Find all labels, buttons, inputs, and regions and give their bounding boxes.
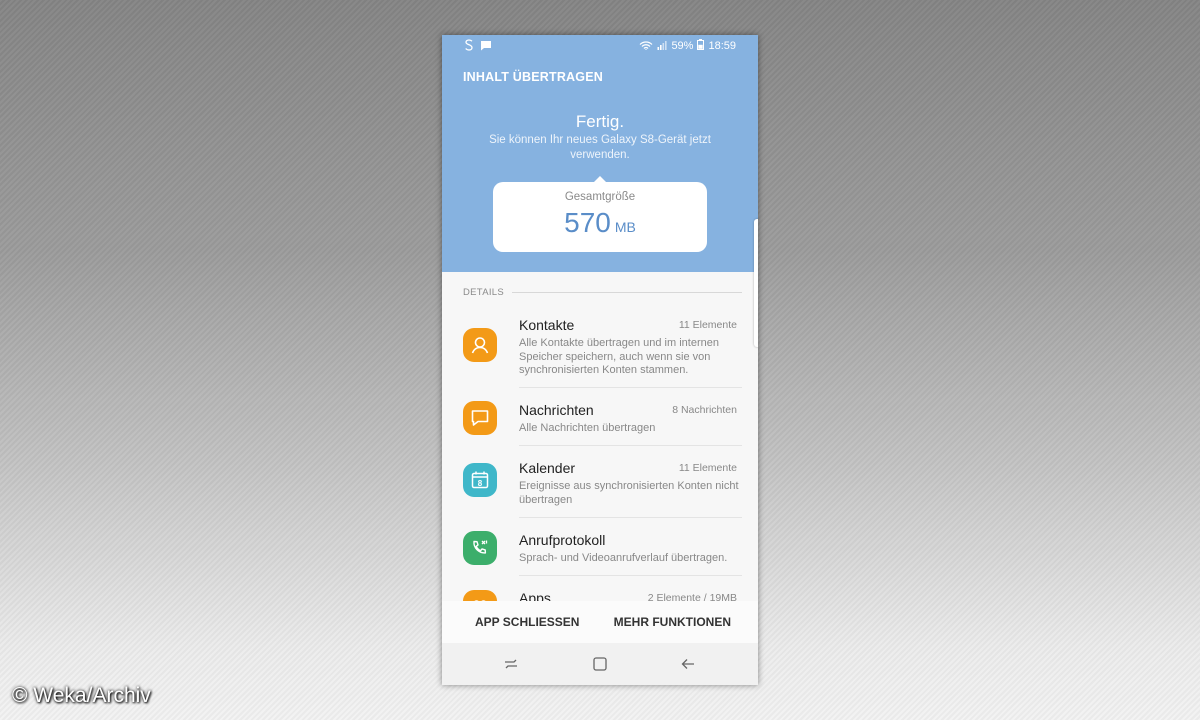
- divider: [519, 445, 742, 446]
- recent-apps-icon[interactable]: [503, 656, 519, 672]
- total-size-unit: MB: [614, 219, 636, 235]
- signal-icon: [657, 40, 668, 53]
- contact-icon: [463, 328, 497, 362]
- item-count: 11 Elemente: [678, 319, 737, 331]
- item-name: Nachrichten: [519, 402, 594, 418]
- done-title: Fertig.: [575, 112, 625, 131]
- total-size-card: Gesamtgröße 570 MB: [493, 176, 707, 252]
- item-description: Sprach- und Videoanrufverlauf übertragen…: [519, 552, 728, 564]
- edge-panel-handle[interactable]: [754, 219, 758, 347]
- samsung-s-icon: [464, 39, 474, 54]
- divider: [519, 575, 742, 576]
- clock: 18:59: [708, 40, 736, 52]
- item-description: Alle Kontakte übertragen und im internen…: [519, 337, 719, 376]
- divider: [519, 387, 742, 388]
- item-description: Alle Nachrichten übertragen: [519, 422, 656, 434]
- message-bubble-icon: [463, 401, 497, 435]
- watermark: © Weka/Archiv: [12, 684, 151, 707]
- page-title: INHALT ÜBERTRAGEN: [463, 70, 603, 84]
- item-count: 8 Nachrichten: [672, 404, 737, 416]
- battery-percent: 59%: [671, 40, 694, 52]
- battery-icon: [697, 39, 705, 53]
- total-size-number: 570: [564, 207, 611, 238]
- item-count: 11 Elemente: [678, 462, 737, 474]
- call-log-icon: [463, 531, 497, 565]
- action-bar: APP SCHLIESSEN MEHR FUNKTIONEN: [442, 601, 758, 643]
- list-item-kalender[interactable]: 8 Kalender 11 Elemente Ereignisse aus sy…: [442, 460, 758, 518]
- phone-screen: 59% 18:59 INHALT ÜBERTRAGEN Fertig. Sie …: [442, 35, 758, 685]
- details-label: DETAILS: [463, 287, 504, 298]
- calendar-icon: 8: [463, 463, 497, 497]
- item-name: Anrufprotokoll: [519, 532, 606, 548]
- list-item-kontakte[interactable]: Kontakte 11 Elemente Alle Kontakte übert…: [442, 317, 758, 387]
- calendar-day: 8: [478, 479, 483, 488]
- back-icon[interactable]: [680, 656, 696, 672]
- divider: [519, 517, 742, 518]
- total-size-value: 570 MB: [493, 207, 707, 239]
- item-name: Kalender: [519, 460, 576, 476]
- wifi-icon: [639, 40, 653, 53]
- list-item-anrufprotokoll[interactable]: Anrufprotokoll Sprach- und Videoanrufver…: [442, 531, 758, 576]
- total-size-label: Gesamtgröße: [564, 191, 636, 203]
- item-name: Kontakte: [519, 317, 575, 333]
- home-icon[interactable]: [592, 656, 608, 672]
- close-app-button[interactable]: APP SCHLIESSEN: [475, 615, 579, 629]
- divider: [512, 292, 742, 293]
- item-description: Ereignisse aus synchronisierten Konten n…: [519, 480, 739, 506]
- list-item-nachrichten[interactable]: Nachrichten 8 Nachrichten Alle Nachricht…: [442, 401, 758, 446]
- hero-panel: 59% 18:59 INHALT ÜBERTRAGEN Fertig. Sie …: [442, 35, 758, 272]
- navigation-bar: [442, 643, 758, 685]
- more-functions-button[interactable]: MEHR FUNKTIONEN: [614, 615, 731, 629]
- message-icon: [480, 40, 492, 54]
- status-bar: 59% 18:59: [442, 35, 758, 57]
- done-subtitle: Sie können Ihr neues Galaxy S8-Gerät jet…: [489, 134, 711, 161]
- details-header: DETAILS: [463, 287, 742, 298]
